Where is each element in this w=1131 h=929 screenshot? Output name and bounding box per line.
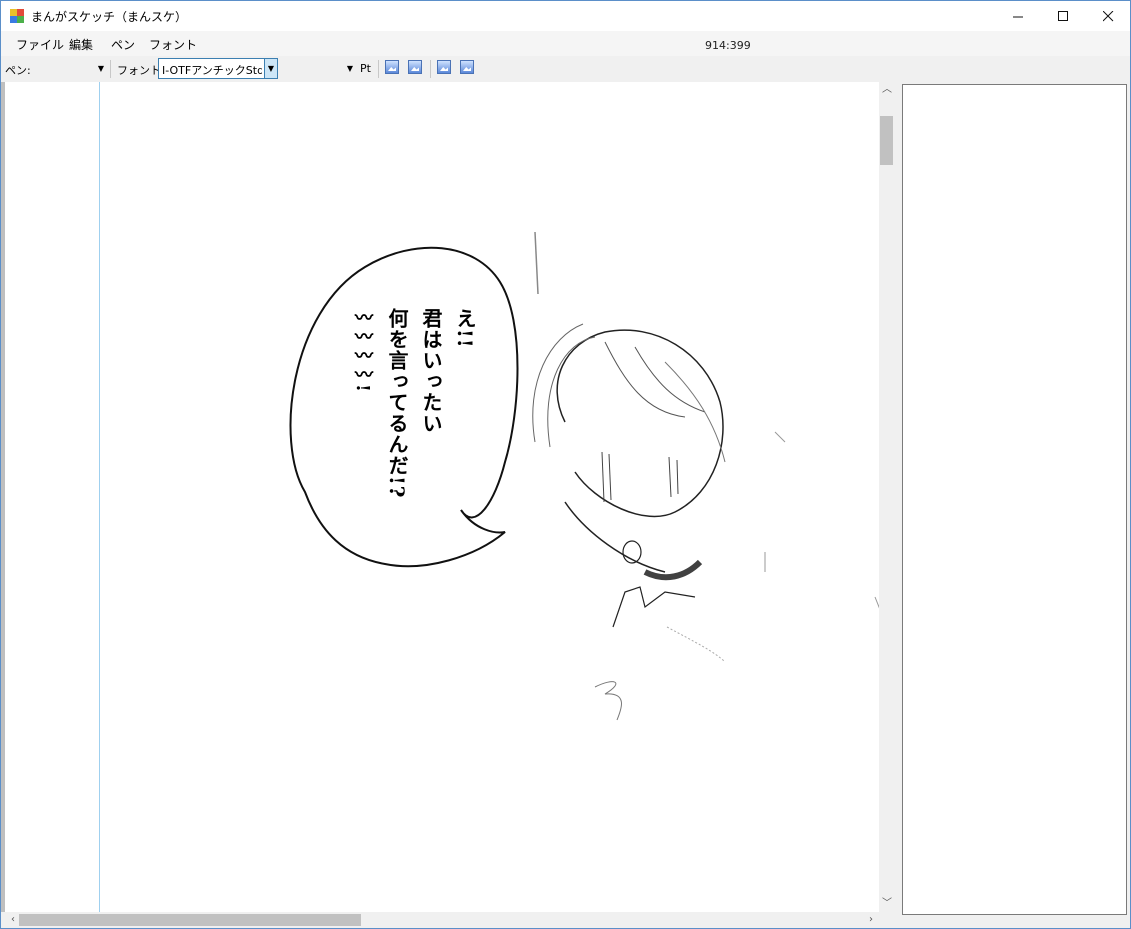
chevron-up-icon[interactable]: ︿ — [879, 82, 895, 98]
app-icon — [10, 9, 24, 23]
preview-panel — [902, 84, 1127, 915]
speech-text-line-4: 〰〰〰〰! — [352, 308, 373, 393]
vertical-scrollbar[interactable]: ︿ ﹀ — [879, 82, 895, 912]
menu-bar: ファイル 編集 ペン フォント 914:399 — [1, 31, 1130, 56]
speech-text-line-3: 何を言ってるんだ!? — [385, 308, 409, 499]
chevron-down-icon: ▼ — [346, 64, 353, 73]
drawing-canvas[interactable]: え!! 君はいったい 何を言ってるんだ!? 〰〰〰〰! — [5, 82, 879, 912]
menu-pen[interactable]: ペン — [111, 36, 135, 53]
chevron-down-icon[interactable]: ﹀ — [879, 896, 895, 912]
speech-text-line-1: え!! — [453, 308, 477, 349]
vertical-scroll-thumb[interactable] — [880, 116, 893, 165]
minimize-button[interactable] — [995, 1, 1041, 31]
chevron-down-icon[interactable]: ▼ — [264, 59, 277, 78]
menu-font[interactable]: フォント — [149, 36, 197, 53]
size-select[interactable]: ▼ — [280, 59, 355, 79]
toolbar-separator — [378, 60, 379, 78]
toolbar-separator — [110, 60, 111, 78]
image-icon[interactable] — [385, 60, 399, 74]
font-select[interactable]: I-OTFアンチックStd B ▼ — [158, 58, 278, 79]
close-button[interactable] — [1085, 1, 1131, 31]
close-icon — [1102, 10, 1113, 21]
image-icon[interactable] — [437, 60, 451, 74]
toolbar-separator — [430, 60, 431, 78]
sketch-drawing — [289, 231, 879, 721]
app-window: まんがスケッチ（まんスケ） ファイル 編集 ペン フォント 914:399 ペン… — [0, 0, 1131, 929]
canvas-guide-line — [99, 82, 100, 912]
maximize-icon — [1057, 10, 1068, 21]
image-icon[interactable] — [460, 60, 474, 74]
font-select-value: I-OTFアンチックStd B — [162, 64, 262, 77]
speech-text-line-2: 君はいったい — [419, 308, 443, 434]
toolbar: ペン: ▼ フォント: I-OTFアンチックStd B ▼ ▼ Pt — [1, 56, 1130, 82]
chevron-right-icon[interactable]: › — [863, 912, 879, 928]
title-bar: まんがスケッチ（まんスケ） — [1, 1, 1130, 31]
pen-select[interactable]: ▼ — [32, 59, 106, 79]
pt-label: Pt — [360, 62, 371, 75]
menu-edit[interactable]: 編集 — [69, 36, 93, 53]
horizontal-scroll-thumb[interactable] — [19, 914, 361, 926]
chevron-down-icon: ▼ — [97, 64, 104, 73]
window-title: まんがスケッチ（まんスケ） — [31, 10, 188, 24]
sketch-head — [556, 329, 724, 518]
horizontal-scrollbar[interactable]: ‹ › — [5, 912, 879, 928]
minimize-icon — [1012, 16, 1023, 17]
image-icon[interactable] — [408, 60, 422, 74]
maximize-button[interactable] — [1040, 1, 1086, 31]
pen-label: ペン: — [5, 64, 31, 77]
menu-file[interactable]: ファイル — [16, 36, 64, 53]
cursor-coordinates: 914:399 — [705, 39, 751, 52]
